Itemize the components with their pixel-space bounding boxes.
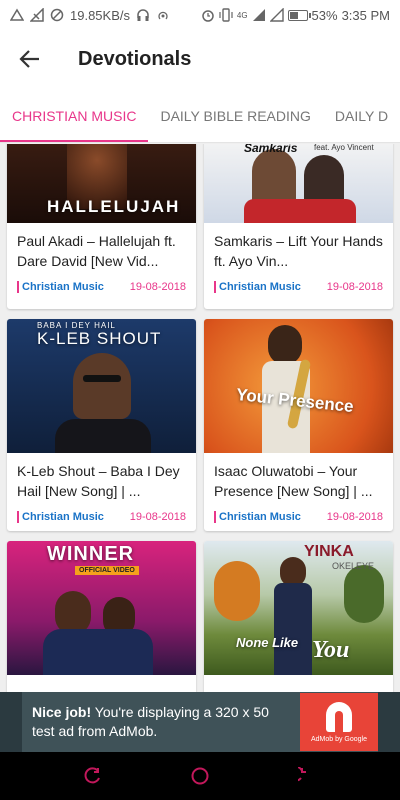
battery-fill: [289, 11, 299, 19]
article-meta: Christian Music 19-08-2018: [204, 271, 393, 293]
hotspot-icon: [158, 11, 168, 20]
date-label: 19-08-2018: [129, 511, 186, 523]
blocked-icon: [50, 8, 64, 22]
thumbnail-tagline: None Like: [236, 635, 299, 650]
admob-icon: [326, 701, 352, 732]
article-meta: Christian Music 19-08-2018: [7, 501, 196, 523]
thumbnail-caption: YINKA: [304, 543, 354, 560]
category-label[interactable]: Christian Music: [214, 511, 301, 523]
article-meta: Christian Music 19-08-2018: [204, 501, 393, 523]
page-title: Devotionals: [78, 47, 192, 70]
article-card[interactable]: WINNER OFFICIAL VIDEO: [7, 541, 196, 692]
app-bar: Devotionals: [0, 30, 400, 88]
clock: 3:35 PM: [341, 7, 390, 23]
article-title: Isaac Oluwatobi – Your Presence [New Son…: [214, 463, 373, 499]
article-title: K-Leb Shout – Baba I Dey Hail [New Song]…: [17, 463, 180, 499]
article-card[interactable]: BABA I DEY HAIL K-LEB SHOUT K-Leb Shout …: [7, 319, 196, 531]
network-speed: 19.85KB/s: [70, 7, 130, 23]
home-circle-icon: [191, 767, 209, 785]
thumbnail-subcaption: feat. Ayo Vincent: [314, 144, 374, 152]
article-card[interactable]: HALLELUJAH Paul Akadi – Hallelujah ft. D…: [7, 144, 196, 309]
date-label: 19-08-2018: [326, 511, 383, 523]
article-title: Samkaris – Lift Your Hands ft. Ayo Vin..…: [214, 233, 383, 269]
screen: 19.85KB/s 4G 53% 3:35 PM Devotionals CHR…: [0, 0, 400, 800]
tab-bar: CHRISTIAN MUSIC DAILY BIBLE READING DAIL…: [0, 88, 400, 143]
headphones-icon: [137, 9, 149, 21]
recents-icon: [84, 767, 101, 784]
thumbnail-caption: WINNER: [47, 543, 135, 565]
thumbnail-tagline-script: You: [312, 637, 350, 663]
admob-logo-label: AdMob by Google: [310, 735, 368, 743]
home-button[interactable]: [180, 756, 220, 796]
ad-content[interactable]: Nice job! You're displaying a 320 x 50 t…: [22, 692, 378, 752]
article-grid: HALLELUJAH Paul Akadi – Hallelujah ft. D…: [7, 144, 395, 692]
date-label: 19-08-2018: [326, 281, 383, 293]
admob-logo: AdMob by Google: [300, 693, 378, 751]
category-label[interactable]: Christian Music: [17, 511, 104, 523]
thumbnail-caption: Samkaris: [244, 144, 298, 155]
article-thumbnail: WINNER OFFICIAL VIDEO: [7, 541, 196, 675]
thumbnail-caption: K-LEB SHOUT: [37, 329, 162, 348]
status-right: 4G 53% 3:35 PM: [201, 8, 390, 23]
ad-banner[interactable]: Nice job! You're displaying a 320 x 50 t…: [0, 692, 400, 752]
back-button[interactable]: [0, 30, 60, 88]
ad-text: Nice job! You're displaying a 320 x 50 t…: [22, 703, 292, 741]
alarm-icon: [202, 10, 214, 22]
system-nav-bar: [0, 752, 400, 800]
back-nav-icon: [297, 767, 306, 782]
article-meta: Christian Music 19-08-2018: [7, 271, 196, 293]
arrow-left-icon: [19, 50, 39, 68]
network-type: 4G: [236, 10, 248, 20]
thumbnail-caption: HALLELUJAH: [47, 197, 181, 216]
tab-daily-bible-reading[interactable]: DAILY BIBLE READING: [148, 88, 322, 142]
date-label: 19-08-2018: [129, 281, 186, 293]
article-card[interactable]: Samkaris feat. Ayo Vincent Samkaris – Li…: [204, 144, 393, 309]
signal-icon: [252, 9, 265, 21]
article-thumbnail: HALLELUJAH: [7, 144, 196, 223]
category-label[interactable]: Christian Music: [17, 281, 104, 293]
no-signal-icon: [30, 8, 44, 22]
battery-icon: [287, 9, 311, 21]
warning-icon: [10, 8, 24, 21]
status-left: 19.85KB/s: [10, 8, 170, 23]
article-card[interactable]: Your Presence Isaac Oluwatobi – Your Pre…: [204, 319, 393, 531]
article-list[interactable]: HALLELUJAH Paul Akadi – Hallelujah ft. D…: [0, 144, 400, 692]
tab-christian-music[interactable]: CHRISTIAN MUSIC: [0, 88, 149, 142]
status-bar: 19.85KB/s 4G 53% 3:35 PM: [0, 0, 400, 30]
thumbnail-subcaption: OKELEYE: [332, 561, 375, 571]
article-thumbnail: Your Presence: [204, 319, 393, 453]
battery-percent: 53%: [311, 7, 338, 23]
ad-headline: Nice job!: [32, 704, 92, 720]
vibrate-icon: [219, 8, 233, 22]
article-thumbnail: BABA I DEY HAIL K-LEB SHOUT: [7, 319, 196, 453]
article-title: Paul Akadi – Hallelujah ft. Dare David […: [17, 233, 176, 269]
article-card[interactable]: YINKA OKELEYE None Like You: [204, 541, 393, 692]
recents-button[interactable]: [73, 756, 113, 796]
tab-daily-devotional[interactable]: DAILY D: [323, 88, 400, 142]
thumbnail-subcaption: OFFICIAL VIDEO: [75, 566, 139, 575]
category-label[interactable]: Christian Music: [214, 281, 301, 293]
article-thumbnail: Samkaris feat. Ayo Vincent: [204, 144, 393, 223]
article-thumbnail: YINKA OKELEYE None Like You: [204, 541, 393, 675]
signal-empty-icon: [269, 8, 284, 22]
back-nav-button[interactable]: [287, 756, 327, 796]
